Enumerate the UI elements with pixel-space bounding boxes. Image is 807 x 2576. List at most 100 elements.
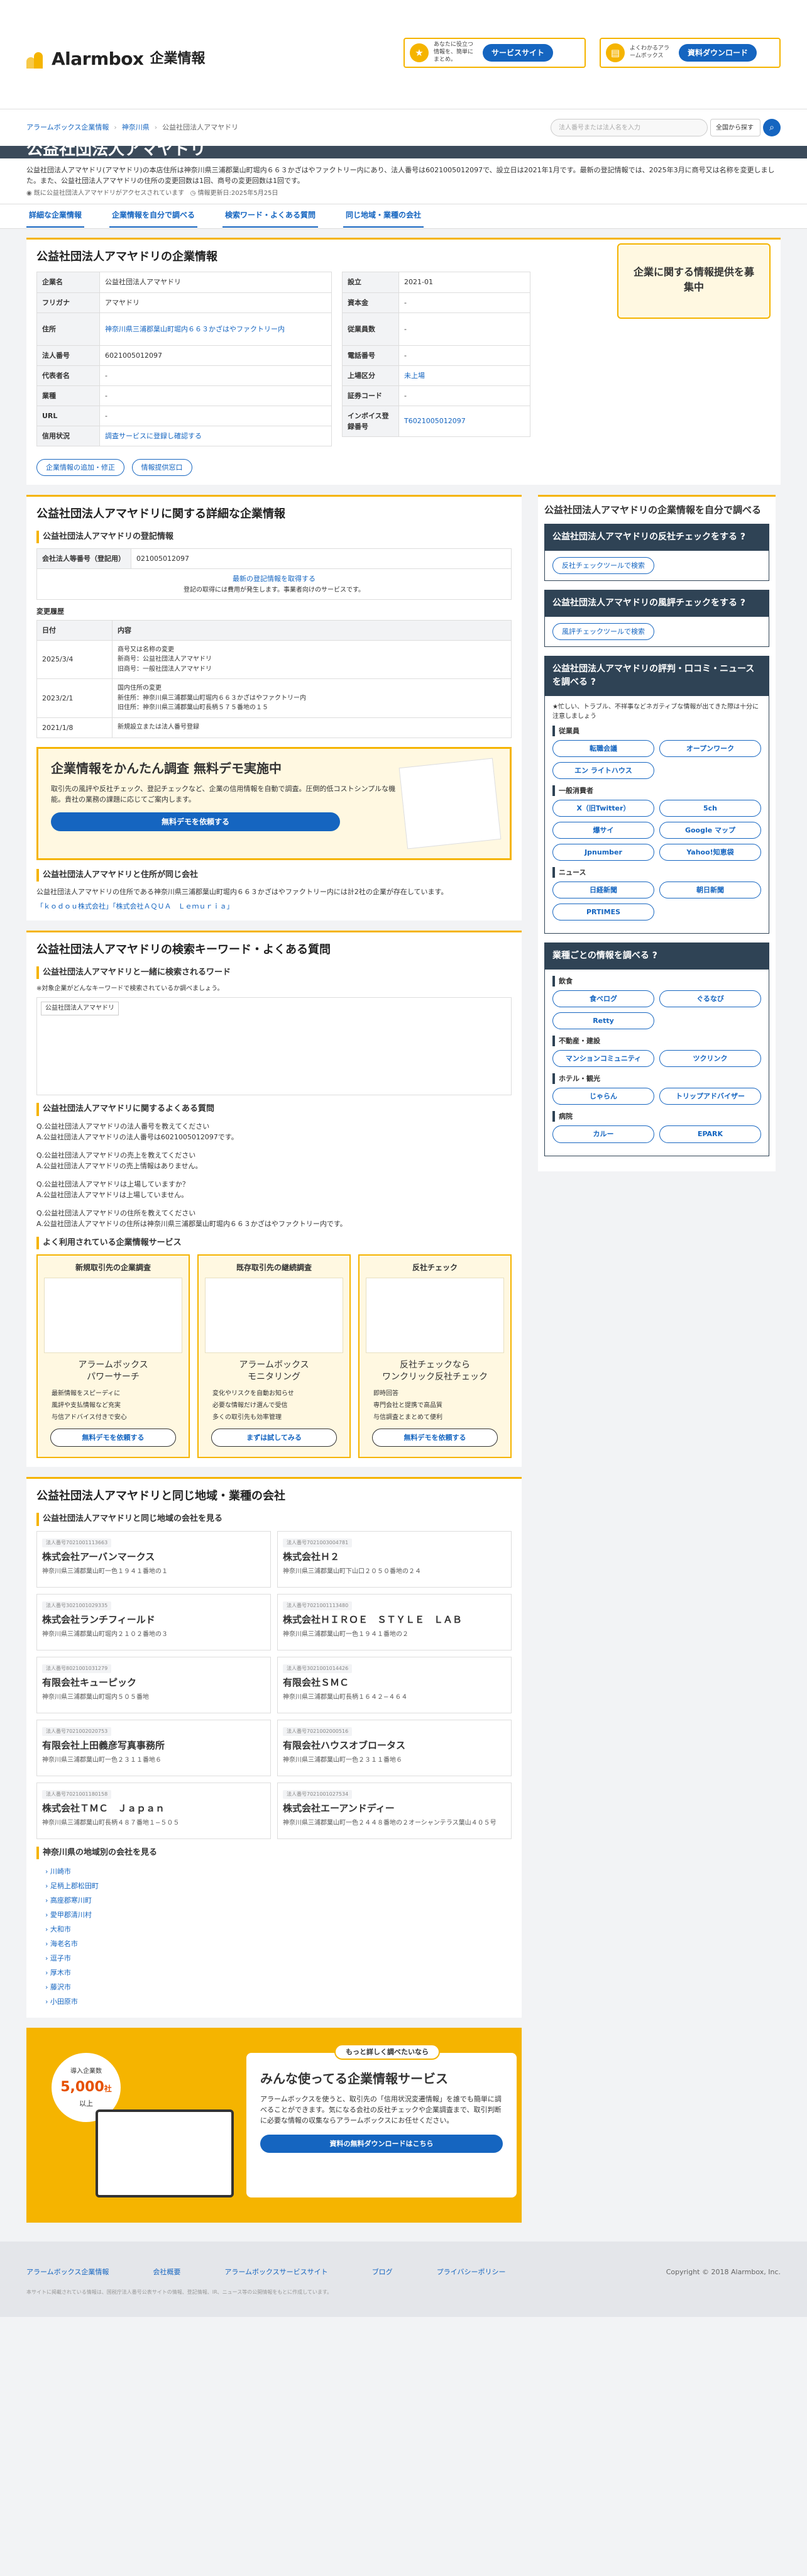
faq-question: Q.公益社団法人アマヤドリは上場していますか？	[36, 1180, 189, 1188]
lightbulb-icon: ★	[410, 43, 429, 62]
breadcrumb-pref[interactable]: 神奈川県	[122, 122, 150, 133]
city-link[interactable]: 愛甲郡清川村	[50, 1911, 92, 1919]
credit-check-link[interactable]: 調査サービスに登録し確認する	[105, 432, 202, 440]
review-site-button[interactable]: 転職会議	[552, 740, 654, 758]
company-item[interactable]: 法人番号7021001027534 株式会社エーアンドディー 神奈川県三浦郡葉山町一…	[277, 1782, 512, 1839]
promo-cta-button[interactable]: 無料デモを依頼する	[51, 812, 340, 832]
review-site-button[interactable]: Yahoo!知恵袋	[659, 844, 761, 861]
company-item[interactable]: 法人番号3021001014426 有限会社ＳＭＣ 神奈川県三浦郡葉山町長柄１６４２…	[277, 1656, 512, 1713]
review-site-button[interactable]: 5ch	[659, 800, 761, 817]
corp-number: 法人番号7021001113480	[283, 1601, 353, 1610]
review-site-button[interactable]: 爆サイ	[552, 822, 654, 839]
review-site-button[interactable]: Google マップ	[659, 822, 761, 839]
same-address-links[interactable]: 「ｋｏｄｏｕ株式会社」「株式会社ＡＱＵＡ Ｌｅｍｕｒｉａ」	[36, 902, 234, 910]
industry-site-button[interactable]: ツクリンク	[659, 1050, 761, 1068]
service-button[interactable]: まずは試してみる	[211, 1429, 337, 1447]
nav-keywords[interactable]: 検索ワード・よくある質問	[222, 204, 319, 228]
service-site-button[interactable]: ★ あなたに役立つ情報を、簡単にまとめ。 サービスサイト	[404, 38, 586, 68]
cell-value: 公益社団法人アマヤドリ	[99, 272, 332, 293]
industry-site-button[interactable]: Retty	[552, 1012, 654, 1030]
news-site-button[interactable]: PRTIMES	[552, 904, 654, 921]
city-link[interactable]: 足柄上郡松田町	[50, 1882, 99, 1890]
city-link[interactable]: 川崎市	[50, 1867, 71, 1876]
company-address: 神奈川県三浦郡葉山町一色１９４１番地の１	[42, 1568, 168, 1576]
help-icon[interactable]: ?	[591, 677, 596, 687]
keyword-tag[interactable]: 公益社団法人アマヤドリ	[41, 1002, 119, 1015]
service-button[interactable]: 無料デモを依頼する	[50, 1429, 176, 1447]
download-button[interactable]: ▤ よくわかるアラームボックス 資料ダウンロード	[600, 38, 781, 68]
industry-site-button[interactable]: マンションコミュニティ	[552, 1050, 654, 1068]
faq-answer: A.公益社団法人アマヤドリの売上情報はありません。	[36, 1161, 202, 1170]
city-link[interactable]: 藤沢市	[50, 1983, 71, 1991]
help-icon[interactable]: ?	[740, 598, 745, 608]
nav-region[interactable]: 同じ地域・業種の会社	[343, 204, 424, 228]
search-box: 法人番号または法人名を入力 全国から探す ⌕	[551, 119, 781, 136]
industry-site-button[interactable]: じゃらん	[552, 1088, 654, 1105]
city-link[interactable]: 高座郡寒川町	[50, 1896, 92, 1904]
review-site-button[interactable]: エン ライトハウス	[552, 762, 654, 780]
city-link[interactable]: 小田原市	[50, 1998, 78, 2006]
footer-link[interactable]: ブログ	[372, 2267, 393, 2277]
company-item[interactable]: 法人番号7021001113480 株式会社ＨＩＲＯＥ ＳＴＹＬＥ ＬＡＢ 神奈川県…	[277, 1593, 512, 1650]
cell-value: -	[99, 365, 332, 386]
cell-key: フリガナ	[36, 292, 100, 313]
nav-detail[interactable]: 詳細な企業情報	[26, 204, 85, 228]
service-title: 新規取引先の企業調査	[75, 1263, 151, 1273]
company-item[interactable]: 法人番号7021002000516 有限会社ハウスオブロータス 神奈川県三浦郡葉山町…	[277, 1719, 512, 1776]
download-cta-button[interactable]: 資料の無料ダウンロードはこちら	[260, 2135, 503, 2153]
nav-self-research[interactable]: 企業情報を自分で調べる	[109, 204, 198, 228]
company-item[interactable]: 法人番号7021003004781 株式会社Ｈ２ 神奈川県三浦郡葉山町下山口２０５０…	[277, 1530, 512, 1588]
review-site-button[interactable]: Jpnumber	[552, 844, 654, 861]
footer-link[interactable]: プライバシーポリシー	[437, 2267, 506, 2277]
help-icon[interactable]: ?	[652, 951, 657, 961]
news-site-button[interactable]: 日経新聞	[552, 882, 654, 899]
breadcrumb-home[interactable]: アラームボックス企業情報	[26, 122, 109, 133]
city-link[interactable]: 厚木市	[50, 1969, 71, 1977]
company-address: 神奈川県三浦郡葉山町堀内５０５番地	[42, 1694, 149, 1701]
reviews-heading: 公益社団法人アマヤドリの評判・口コミ・ニュースを調べる	[552, 663, 755, 688]
industry-site-button[interactable]: ぐるなび	[659, 990, 761, 1008]
site-logo[interactable]: Alarmbox 企業情報	[26, 45, 206, 72]
help-icon[interactable]: ?	[740, 532, 745, 542]
footer-link[interactable]: 会社概要	[153, 2267, 180, 2277]
intro-meta: ◉ 既に公益社団法人アマヤドリがアクセスされています ◷ 情報更新日:2025年…	[26, 189, 781, 199]
intro: 公益社団法人アマヤドリ(アマヤドリ)の本店住所は神奈川県三浦郡葉山町堀内６６３か…	[0, 158, 807, 204]
city-link[interactable]: 逗子市	[50, 1954, 71, 1962]
industry-site-button[interactable]: 食べログ	[552, 990, 654, 1008]
listing-link[interactable]: 未上場	[404, 372, 425, 380]
industry-site-button[interactable]: EPARK	[659, 1125, 761, 1143]
company-item[interactable]: 法人番号8021001031279 有限会社キューピック 神奈川県三浦郡葉山町堀内５…	[36, 1656, 271, 1713]
city-link[interactable]: 海老名市	[50, 1940, 78, 1948]
review-site-button[interactable]: オープンワーク	[659, 740, 761, 758]
reputation-button[interactable]: 風評チェックツールで検索	[552, 622, 654, 640]
service-feature: 風評や支払情報など充実	[52, 1402, 121, 1410]
address-link[interactable]: 神奈川県三浦郡葉山町堀内６６３かざはやファクトリー内	[105, 325, 285, 333]
footer-link[interactable]: アラームボックスサービスサイト	[224, 2267, 327, 2277]
intro-text: 公益社団法人アマヤドリ(アマヤドリ)の本店住所は神奈川県三浦郡葉山町堀内６６３か…	[26, 166, 775, 185]
search-icon[interactable]: ⌕	[763, 119, 781, 136]
invoice-link[interactable]: T6021005012097	[404, 417, 466, 425]
anti-social-button[interactable]: 反社チェックツールで検索	[552, 556, 654, 574]
company-item[interactable]: 法人番号7021001180158 株式会社ＴＭＣ Ｊａｐａｎ 神奈川県三浦郡葉山町…	[36, 1782, 271, 1839]
title-banner: 公益社団法人アマヤドリ	[0, 146, 807, 158]
news-site-button[interactable]: 朝日新聞	[659, 882, 761, 899]
faq-question: Q.公益社団法人アマヤドリの売上を教えてください	[36, 1151, 196, 1159]
info-request-ad[interactable]: 企業に関する情報提供を募集中	[617, 243, 771, 319]
badge-plus: 以上	[79, 2099, 93, 2108]
registry-link[interactable]: 最新の登記情報を取得する	[233, 575, 316, 583]
industry-site-button[interactable]: カルー	[552, 1125, 654, 1143]
service-button[interactable]: 無料デモを依頼する	[372, 1429, 498, 1447]
company-item[interactable]: 法人番号7021002020753 有限会社上田義彦写真事務所 神奈川県三浦郡葉山町…	[36, 1719, 271, 1776]
footer-link[interactable]: アラームボックス企業情報	[26, 2267, 109, 2277]
review-site-button[interactable]: X（旧Twitter）	[552, 800, 654, 817]
service-feature: 専門会社と提携で高品質	[373, 1402, 442, 1410]
search-scope-select[interactable]: 全国から探す	[710, 119, 760, 136]
col-header: 内容	[112, 619, 512, 641]
edit-info-button[interactable]: 企業情報の追加・修正	[36, 458, 124, 476]
company-item[interactable]: 法人番号3021001029335 株式会社ランチフィールド 神奈川県三浦郡葉山町堀…	[36, 1593, 271, 1650]
city-link[interactable]: 大和市	[50, 1925, 71, 1933]
search-input[interactable]: 法人番号または法人名を入力	[551, 119, 708, 136]
company-item[interactable]: 法人番号7021001113663 株式会社アーバンマークス 神奈川県三浦郡葉山町一…	[36, 1530, 271, 1588]
provide-info-button[interactable]: 情報提供窓口	[131, 458, 192, 476]
industry-site-button[interactable]: トリップアドバイザー	[659, 1088, 761, 1105]
